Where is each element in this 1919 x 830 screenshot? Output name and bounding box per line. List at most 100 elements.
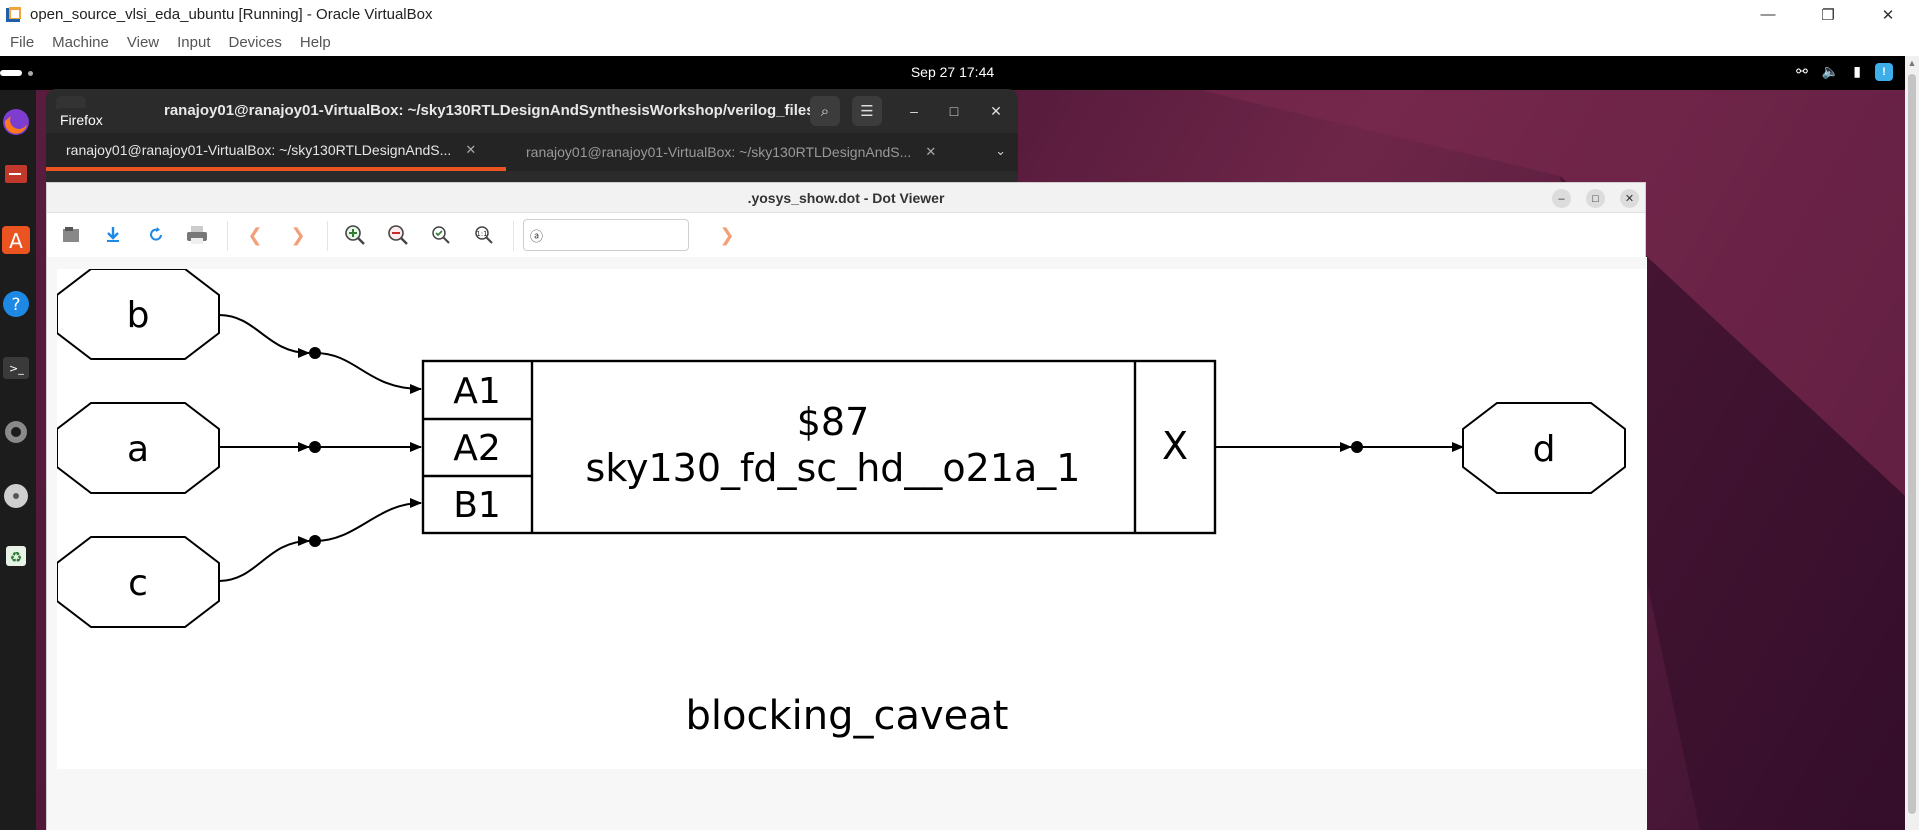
svg-text:>_: >_ (9, 362, 24, 375)
ubuntu-dock: A ? >_ ♻ (0, 90, 36, 830)
zoom-in-button[interactable] (341, 221, 369, 249)
vbox-titlebar: open_source_vlsi_eda_ubuntu [Running] - … (0, 0, 1919, 29)
zoom-fit-button[interactable] (427, 221, 455, 249)
graph-edge (218, 314, 310, 358)
download-icon (107, 227, 119, 242)
cell-port-a2: A2 (453, 428, 501, 469)
settings-icon[interactable] (0, 412, 32, 452)
menu-help[interactable]: Help (300, 34, 331, 51)
cell-port-x: X (1162, 424, 1188, 468)
menu-machine[interactable]: Machine (52, 34, 109, 51)
graph-edge (218, 536, 310, 582)
node-label: a (127, 429, 149, 470)
menu-devices[interactable]: Devices (229, 34, 282, 51)
find-field[interactable]: ⓐ (523, 219, 689, 251)
chevron-right-icon: ❯ (719, 224, 735, 245)
graph-node-input-c[interactable]: c (57, 536, 220, 628)
find-next-button[interactable]: ❯ (713, 221, 741, 249)
zoom-out-icon (388, 225, 408, 245)
dotviewer-minimize-button[interactable]: – (1552, 189, 1571, 208)
search-button[interactable]: ⌕ (810, 96, 840, 126)
reload-button[interactable] (142, 221, 170, 249)
cell-port-a1: A1 (453, 371, 501, 412)
cell-id: $87 (797, 400, 870, 444)
trash-icon[interactable]: ♻ (0, 536, 32, 576)
tab-label: ranajoy01@ranajoy01-VirtualBox: ~/sky130… (526, 144, 912, 160)
search-icon: ⓐ (530, 229, 544, 244)
back-button[interactable]: ❮ (241, 221, 269, 249)
minimize-button[interactable]: — (1740, 0, 1796, 29)
restore-button[interactable]: ❐ (1800, 0, 1856, 29)
chevron-right-icon: ❯ (290, 224, 306, 245)
guest-desktop: Sep 27 17:44 ⚯ 🔈 ▮ ! A ? >_ ♻ ranajoy01@… (0, 56, 1905, 830)
terminal-icon[interactable]: >_ (0, 348, 32, 388)
graph-node-cell[interactable]: A1 A2 B1 $87 sky130_fd_sc_hd__o21a_1 X (421, 359, 1217, 535)
module-name: blocking_caveat (686, 693, 1009, 739)
print-icon (187, 226, 207, 244)
dotviewer-close-button[interactable]: ✕ (1620, 189, 1639, 208)
app-center-icon[interactable]: A (0, 220, 32, 260)
find-input[interactable] (548, 224, 684, 246)
graph-node-input-b[interactable]: b (57, 269, 220, 360)
vbox-window-title: open_source_vlsi_eda_ubuntu [Running] - … (30, 6, 433, 23)
dotviewer-maximize-button[interactable]: □ (1586, 189, 1605, 208)
help-icon[interactable]: ? (0, 284, 32, 324)
graph-edge (314, 498, 422, 542)
terminal-tab-active[interactable]: ranajoy01@ranajoy01-VirtualBox: ~/sky130… (46, 133, 506, 171)
cell-port-b1: B1 (453, 485, 501, 526)
hamburger-menu-button[interactable]: ☰ (852, 96, 882, 126)
cell-type: sky130_fd_sc_hd__o21a_1 (586, 446, 1081, 490)
zoom-out-button[interactable] (384, 221, 412, 249)
terminal-maximize-button[interactable]: □ (942, 99, 966, 123)
dotviewer-title: .yosys_show.dot - Dot Viewer (747, 190, 945, 206)
files-icon[interactable] (0, 154, 32, 194)
terminal-minimize-button[interactable]: – (902, 99, 926, 123)
scrollbar-thumb[interactable] (1908, 74, 1916, 814)
refresh-icon (150, 227, 162, 241)
system-tray[interactable]: ⚯ 🔈 ▮ ! (1796, 63, 1893, 81)
chevron-down-icon[interactable]: ⌄ (995, 143, 1006, 159)
vertical-scrollbar[interactable]: ▲ (1905, 56, 1919, 830)
menu-view[interactable]: View (127, 34, 159, 51)
dock-tooltip: Firefox (50, 108, 113, 132)
print-button[interactable] (183, 221, 211, 249)
svg-text:?: ? (11, 295, 20, 315)
menu-input[interactable]: Input (177, 34, 210, 51)
firefox-icon[interactable] (0, 102, 32, 142)
forward-button[interactable]: ❯ (284, 221, 312, 249)
dotviewer-titlebar: .yosys_show.dot - Dot Viewer – □ ✕ (47, 183, 1645, 213)
clock[interactable]: Sep 27 17:44 (0, 64, 1905, 80)
terminal-tab-inactive[interactable]: ranajoy01@ranajoy01-VirtualBox: ~/sky130… (508, 133, 948, 171)
disc-icon[interactable] (0, 476, 32, 516)
graph-canvas-area[interactable]: b a c A1 A2 B1 $87 sky130_fd_sc_hd__o21a… (47, 257, 1647, 830)
terminal-title: ranajoy01@ranajoy01-VirtualBox: ~/sky130… (164, 102, 815, 119)
tab-close-icon[interactable]: ✕ (465, 142, 476, 158)
terminal-tab-bar: ranajoy01@ranajoy01-VirtualBox: ~/sky130… (46, 133, 1018, 171)
dotviewer-window[interactable]: .yosys_show.dot - Dot Viewer – □ ✕ ❮ ❯ 1… (46, 182, 1647, 830)
terminal-close-button[interactable]: ✕ (984, 99, 1008, 123)
graph-canvas: b a c A1 A2 B1 $87 sky130_fd_sc_hd__o21a… (57, 269, 1647, 769)
vbox-menubar: File Machine View Input Devices Help (0, 29, 1919, 56)
virtualbox-app-icon (4, 5, 24, 25)
menu-file[interactable]: File (10, 34, 34, 51)
zoom-fit-icon (432, 226, 450, 244)
tab-close-icon[interactable]: ✕ (925, 144, 936, 160)
terminal-header: ranajoy01@ranajoy01-VirtualBox: ~/sky130… (46, 89, 1018, 133)
export-button[interactable] (99, 221, 127, 249)
dotviewer-toolbar: ❮ ❯ 1:1 ⓐ ❯ (47, 213, 1645, 257)
zoom-100-button[interactable]: 1:1 (470, 221, 498, 249)
svg-text:A: A (9, 229, 23, 253)
zoom-100-icon: 1:1 (475, 226, 493, 244)
notification-badge-icon: ! (1875, 63, 1893, 81)
graph-node-input-a[interactable]: a (57, 402, 220, 494)
svg-text:♻: ♻ (10, 550, 23, 566)
network-icon: ⚯ (1796, 63, 1808, 79)
toolbar-separator (227, 221, 228, 251)
graph-node-output-d[interactable]: d (1462, 402, 1626, 494)
close-button[interactable]: ✕ (1860, 0, 1916, 29)
chevron-left-icon: ❮ (247, 224, 263, 245)
search-icon: ⌕ (820, 102, 830, 120)
open-file-button[interactable] (57, 221, 85, 249)
toolbar-separator (513, 221, 514, 251)
scroll-up-icon[interactable]: ▲ (1907, 58, 1917, 68)
